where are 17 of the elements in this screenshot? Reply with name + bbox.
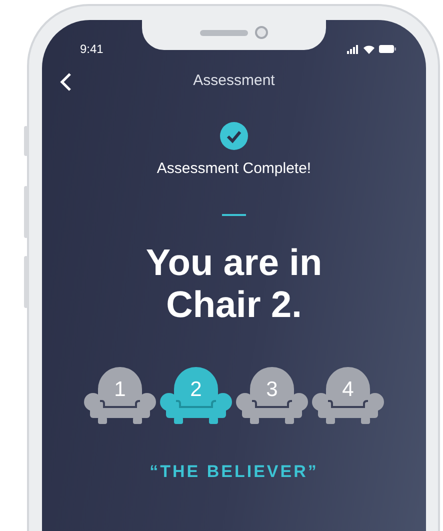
screen-title: Assessment [193, 70, 275, 91]
back-icon [60, 72, 72, 92]
camera-icon [255, 26, 268, 39]
chair-number: 3 [265, 376, 279, 403]
personality-label: “THE BELIEVER” [150, 460, 318, 483]
chair-number: 4 [341, 376, 355, 403]
chair-number: 2 [189, 376, 203, 403]
check-icon [220, 122, 248, 150]
divider-dash [222, 214, 246, 216]
status-time: 9:41 [80, 41, 104, 58]
speaker-grille [200, 30, 248, 36]
wifi-icon [363, 44, 375, 54]
signal-icon [347, 44, 359, 54]
chair-number: 1 [113, 376, 127, 403]
battery-icon [379, 45, 396, 53]
status-message: Assessment Complete! [156, 159, 312, 179]
result-headline: You are in Chair 2. [144, 242, 324, 327]
